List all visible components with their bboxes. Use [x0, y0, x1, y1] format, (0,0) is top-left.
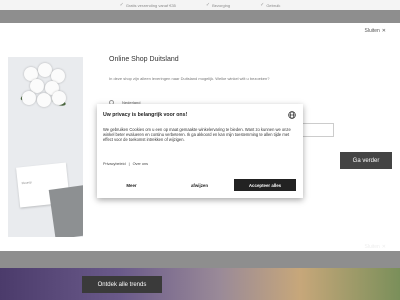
more-button[interactable]: Meer [103, 179, 160, 191]
cookie-title: Uw privacy is belangrijk voor ons! [103, 112, 188, 118]
usp-text: Bezorging [212, 2, 231, 8]
usp-item: ✓ Gebruik [260, 2, 280, 8]
check-icon: ✓ [260, 2, 265, 8]
product-image: Fleurop [8, 57, 83, 237]
close-icon: ✕ [381, 244, 386, 250]
close-label: Sluiten [364, 244, 380, 250]
about-us-link[interactable]: Over ons [133, 162, 148, 166]
link-separator: | [128, 162, 130, 166]
close-icon: ✕ [381, 28, 386, 34]
close-label: Sluiten [364, 28, 380, 34]
close-button-lower[interactable]: Sluiten ✕ [365, 244, 387, 250]
globe-icon[interactable] [288, 111, 296, 119]
accept-all-button[interactable]: Accepteer alles [234, 179, 296, 191]
continue-button[interactable]: Ga verder [340, 152, 392, 169]
check-icon: ✓ [205, 2, 211, 8]
roses-bouquet [18, 63, 68, 111]
modal-title: Online Shop Duitsland [109, 56, 179, 63]
card-text: Fleurop [21, 180, 33, 186]
privacy-policy-link[interactable]: Privacybeleid [103, 162, 126, 166]
usp-item: ✓ Bezorging [206, 2, 230, 8]
reject-button[interactable]: afwijzen [171, 179, 228, 191]
check-icon: ✓ [119, 2, 124, 8]
top-usp-bar: ✓ Gratis verzending vanaf €35 ✓ Bezorgin… [0, 0, 400, 10]
discover-trends-button[interactable]: Ontdek alle trends [82, 276, 162, 293]
usp-text: Gratis verzending vanaf €35 [125, 2, 176, 8]
close-button[interactable]: Sluiten ✕ [365, 28, 387, 34]
cookie-consent-dialog: Uw privacy is belangrijk voor ons! We ge… [97, 104, 303, 198]
usp-text: Gebruik [266, 2, 281, 8]
cookie-text: We gebruiken Cookies om u een op maat ge… [103, 127, 291, 142]
cookie-links: Privacybeleid | Over ons [103, 162, 148, 166]
envelope [48, 184, 83, 237]
modal-description: In deze shop zijn alleen leveringen naar… [109, 76, 270, 81]
usp-item: ✓ Gratis verzending vanaf €35 [120, 2, 176, 8]
hero-banner [0, 268, 400, 300]
